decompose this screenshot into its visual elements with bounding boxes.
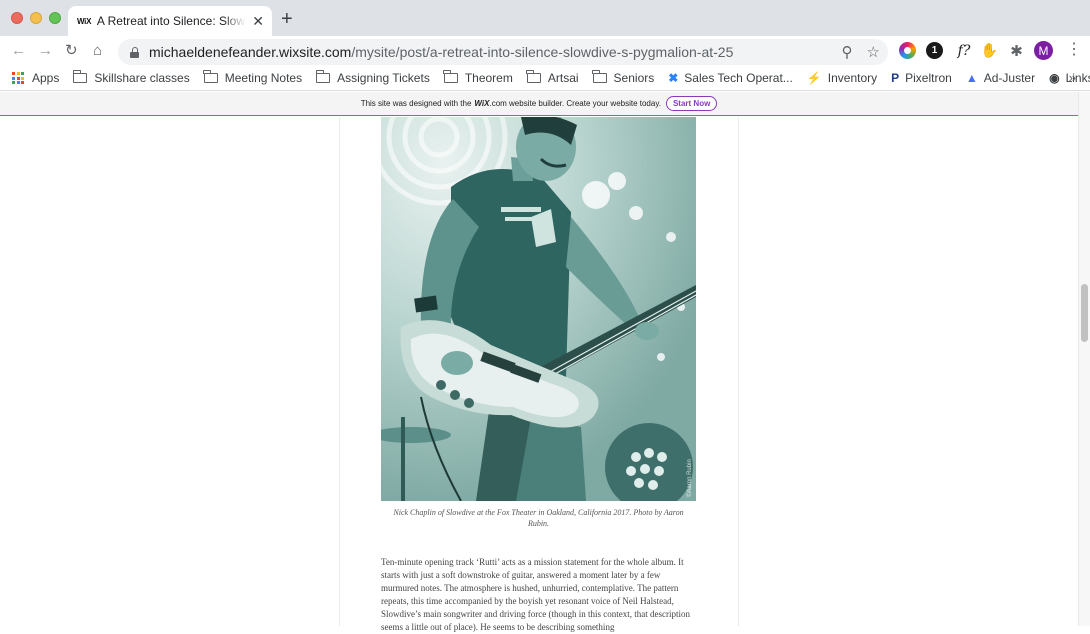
extensions-puzzle-icon[interactable]: ✱	[1008, 42, 1025, 60]
bookmark-label: Seniors	[613, 71, 655, 85]
bassist-photo-illustration: ©Aaron Rubin	[381, 117, 696, 501]
folder-icon	[72, 70, 88, 83]
globe-icon: ◉	[1049, 71, 1060, 85]
url-host: michaeldenefeander.wixsite.com	[149, 44, 352, 60]
article-column: ©Aaron Rubin Nick Chaplin of Slowdive at…	[339, 117, 739, 632]
bookmark-item[interactable]: Assigning Tickets	[315, 70, 430, 85]
bookmark-item[interactable]: Artsai	[526, 70, 579, 85]
close-window-button[interactable]	[11, 12, 23, 24]
bookmark-item[interactable]: Seniors	[592, 70, 655, 85]
p-icon: P	[891, 71, 900, 85]
bookmark-label: Assigning Tickets	[337, 71, 430, 85]
onepassword-extension-icon[interactable]: 1	[926, 42, 943, 59]
scrollbar-thumb[interactable]	[1081, 284, 1088, 342]
bookmark-item[interactable]: P Pixeltron	[891, 71, 952, 85]
wix-logo: WiX	[474, 99, 490, 108]
ad-juster-icon: ▲	[965, 71, 978, 85]
folder-icon	[203, 70, 218, 83]
bookmark-item[interactable]: ⚡ Inventory	[807, 71, 877, 85]
bookmark-item[interactable]: Skillshare classes	[72, 70, 190, 85]
confluence-icon: ✖	[668, 71, 679, 85]
lock-icon[interactable]	[130, 46, 139, 58]
page-content: ©Aaron Rubin Nick Chaplin of Slowdive at…	[0, 117, 1078, 632]
profile-avatar[interactable]: M	[1034, 41, 1053, 60]
search-icon[interactable]: ⚲	[842, 43, 853, 61]
bookmark-label: Apps	[32, 71, 60, 85]
address-bar[interactable]: michaeldenefeander.wixsite.com/mysite/po…	[118, 39, 888, 65]
bookmark-item[interactable]: ✖ Sales Tech Operat...	[668, 71, 793, 85]
tab-active[interactable]: WiX A Retreat into Silence: Slowdive's P…	[68, 6, 272, 36]
bookmark-label: Skillshare classes	[94, 71, 190, 85]
article-paragraph: Ten-minute opening track ‘Rutti’ acts as…	[381, 557, 690, 632]
close-tab-icon[interactable]: ✕	[252, 13, 264, 30]
wix-banner-text-after: .com website builder. Create your websit…	[489, 99, 661, 108]
reload-icon[interactable]: ↻	[65, 42, 78, 60]
folder-icon	[526, 70, 541, 83]
bookmarks-bar: Apps Skillshare classes Meeting Notes Assi…	[0, 66, 1090, 91]
more-bookmarks-icon[interactable]: »	[1069, 70, 1076, 85]
bookmark-label: Ad-Juster	[983, 71, 1036, 85]
hand-extension-icon[interactable]: ✋	[981, 42, 998, 59]
page-scrollbar[interactable]	[1078, 92, 1090, 626]
browser-toolbar: ← → ↻ ⌂ michaeldenefeander.wixsite.com/m…	[0, 36, 1090, 66]
wix-banner: This site was designed with the WiX .com…	[0, 92, 1078, 116]
bookmark-label: Inventory	[827, 71, 878, 85]
whatfont-extension-icon[interactable]: f?	[953, 42, 975, 59]
color-picker-extension-icon[interactable]	[899, 42, 916, 59]
start-now-button[interactable]: Start Now	[665, 96, 718, 111]
article-photo: ©Aaron Rubin	[381, 117, 696, 501]
folder-icon	[315, 70, 331, 83]
folder-icon	[592, 70, 607, 83]
bookmark-item[interactable]: ▲ Ad-Juster	[966, 71, 1035, 85]
new-tab-button[interactable]: +	[281, 9, 293, 29]
jira-icon: ⚡	[806, 71, 822, 85]
back-arrow-icon[interactable]: ←	[11, 42, 26, 60]
apps-grid-icon	[12, 72, 24, 84]
url-text[interactable]: michaeldenefeander.wixsite.com/mysite/po…	[149, 44, 733, 60]
folder-icon	[443, 70, 458, 83]
bookmark-label: Artsai	[547, 71, 579, 85]
url-path: /mysite/post/a-retreat-into-silence-slow…	[351, 44, 734, 60]
photo-watermark: ©Aaron Rubin	[686, 459, 693, 497]
wix-favicon-icon: WiX	[77, 16, 92, 26]
bookmark-label: Sales Tech Operat...	[684, 71, 793, 85]
bookmark-label: Theorem	[464, 71, 513, 85]
bookmark-label: Meeting Notes	[224, 71, 303, 85]
photo-caption: Nick Chaplin of Slowdive at the Fox Thea…	[393, 508, 684, 528]
zoom-window-button[interactable]	[49, 12, 61, 24]
bookmark-star-icon[interactable]: ☆	[867, 43, 880, 61]
browser-menu-icon[interactable]: ⋮	[1066, 42, 1082, 58]
home-icon[interactable]: ⌂	[93, 42, 102, 60]
bookmark-item[interactable]: Theorem	[443, 70, 513, 85]
bookmark-apps[interactable]: Apps	[12, 71, 59, 85]
bookmark-label: Pixeltron	[905, 71, 952, 85]
minimize-window-button[interactable]	[30, 12, 42, 24]
tab-title: A Retreat into Silence: Slowdive's Pygma…	[96, 14, 246, 28]
tab-strip: WiX A Retreat into Silence: Slowdive's P…	[0, 0, 1090, 36]
bookmark-item[interactable]: Meeting Notes	[203, 70, 303, 85]
wix-banner-text-before: This site was designed with the	[360, 99, 472, 108]
forward-arrow-icon[interactable]: →	[38, 42, 53, 60]
